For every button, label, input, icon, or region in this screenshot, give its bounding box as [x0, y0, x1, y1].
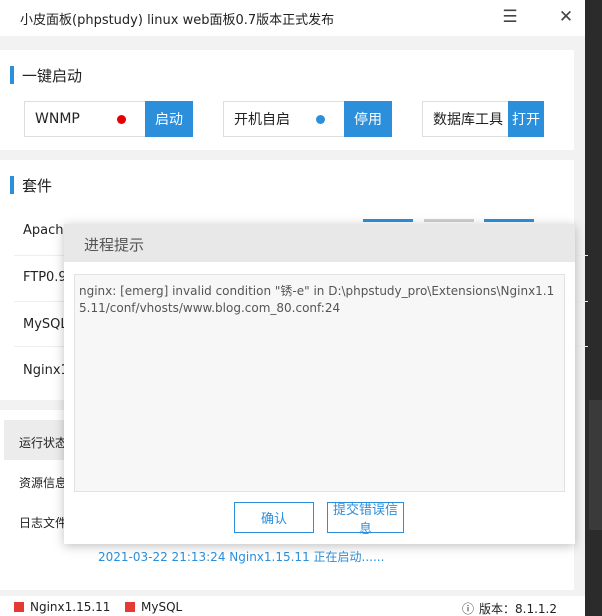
db-tool-group: 数据库工具 打开 [422, 101, 544, 137]
version-info: ⓘ 版本：8.1.1.2 [462, 600, 557, 616]
log-line: 2021-03-22 21:13:24 Nginx1.15.11 正在启动...… [98, 550, 385, 564]
dialog-message: nginx: [emerg] invalid condition "锈-e" i… [74, 274, 565, 492]
service-name: MySQL [141, 600, 183, 614]
wnmp-label: WNMP [35, 111, 80, 127]
section-title-suite: 套件 [22, 177, 53, 195]
suite-action-button[interactable] [363, 219, 413, 222]
window-title: 小皮面板(phpstudy) linux web面板0.7版本正式发布 [20, 12, 335, 28]
open-button[interactable]: 打开 [508, 101, 544, 137]
quick-start-card: 一键启动 WNMP 启动 开机自启 停用 数据库工具 打开 [0, 50, 574, 150]
hamburger-icon[interactable]: ☰ [500, 8, 520, 26]
start-button[interactable]: 启动 [145, 101, 193, 137]
confirm-button[interactable]: 确认 [234, 502, 314, 533]
stopped-indicator-icon [125, 602, 135, 612]
status-dot-stopped [117, 115, 126, 124]
disable-button[interactable]: 停用 [344, 101, 392, 137]
wnmp-group: WNMP 启动 [24, 101, 193, 137]
tab-log-files[interactable]: 日志文件 [19, 514, 67, 531]
status-dot-running [316, 115, 325, 124]
background-strip [585, 0, 602, 616]
autostart-group: 开机自启 停用 [223, 101, 392, 137]
dialog-title: 进程提示 [84, 236, 145, 254]
section-marker [10, 176, 14, 194]
version-label: 版本：8.1.1.2 [479, 602, 557, 616]
suite-row-mysql: MySQL [23, 317, 68, 332]
info-icon: ⓘ [462, 602, 475, 616]
title-bar: 小皮面板(phpstudy) linux web面板0.7版本正式发布 ☰ ✕ [0, 0, 585, 36]
service-name: Nginx1.15.11 [30, 600, 111, 614]
status-bar: Nginx1.15.11 MySQL ⓘ 版本：8.1.1.2 [0, 596, 585, 616]
tab-run-status[interactable]: 运行状态 [19, 434, 67, 451]
status-mysql: MySQL [125, 600, 182, 614]
suite-action-button[interactable] [424, 219, 474, 222]
process-dialog: 进程提示 nginx: [emerg] invalid condition "锈… [64, 224, 575, 544]
suite-action-button[interactable] [484, 219, 534, 222]
close-icon[interactable]: ✕ [556, 8, 576, 26]
section-title-quick-start: 一键启动 [22, 67, 83, 85]
stopped-indicator-icon [14, 602, 24, 612]
tab-resource-info[interactable]: 资源信息 [19, 474, 67, 491]
section-marker [10, 66, 14, 84]
suite-row-nginx: Nginx1 [23, 363, 69, 378]
autostart-label: 开机自启 [234, 112, 290, 128]
db-tool-label: 数据库工具 [433, 112, 503, 128]
report-error-button[interactable]: 提交错误信息 [327, 502, 404, 536]
status-nginx: Nginx1.15.11 [14, 600, 110, 614]
